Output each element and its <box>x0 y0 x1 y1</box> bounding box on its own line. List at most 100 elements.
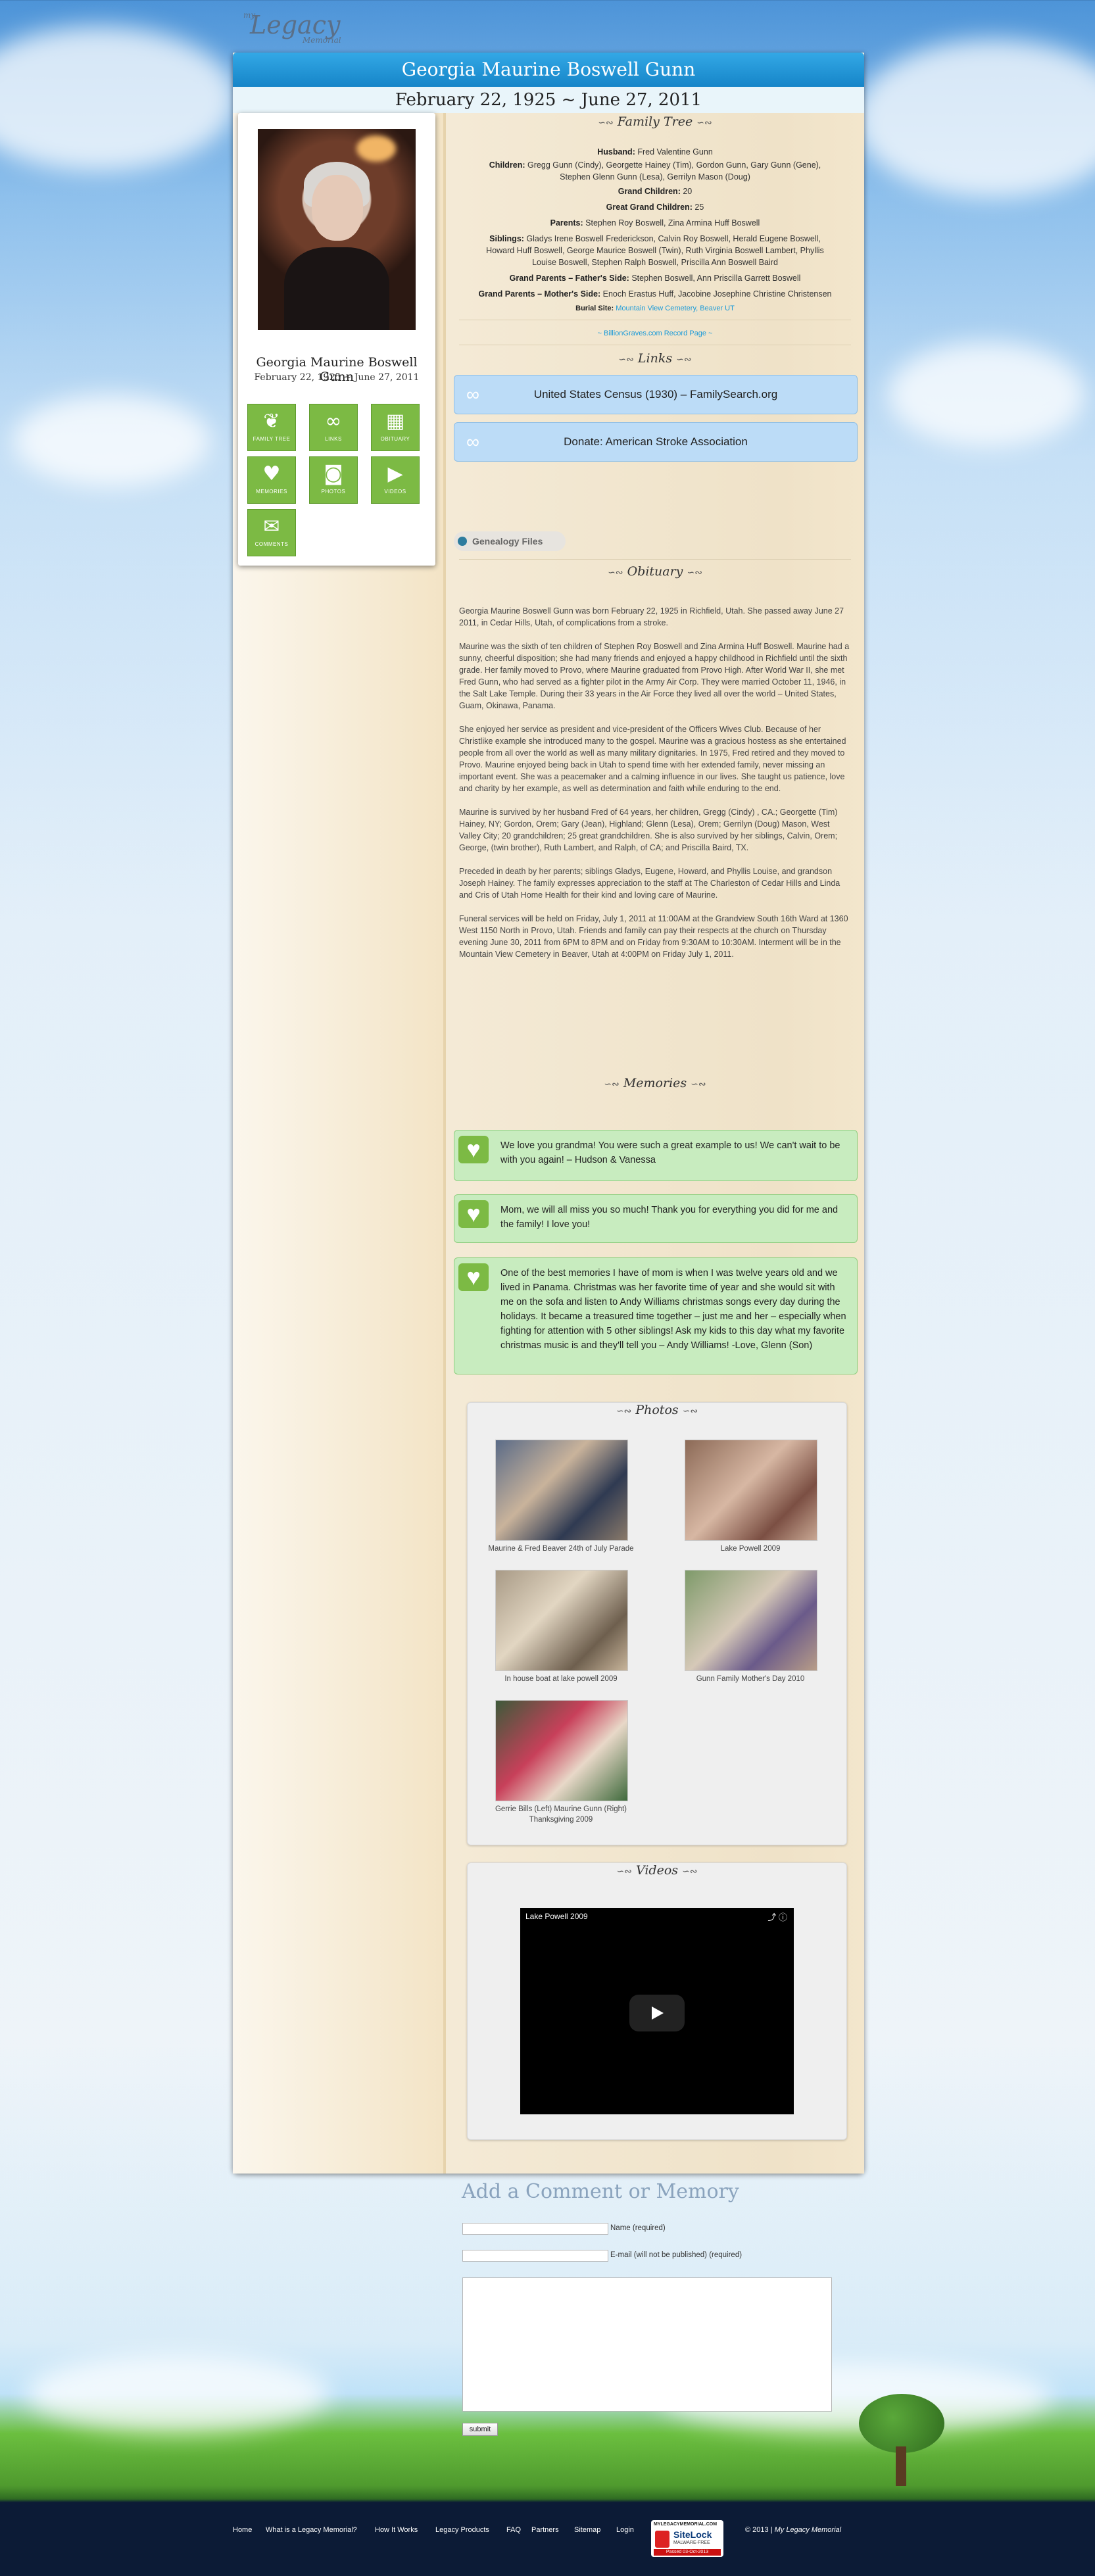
footer-link-sitemap[interactable]: Sitemap <box>574 2526 600 2534</box>
email-label: E-mail (will not be published) (required… <box>610 2251 742 2259</box>
sitelock-badge[interactable]: MYLEGACYMEMORIAL.COM SiteLock MALWARE-FR… <box>651 2520 723 2557</box>
site-logo[interactable]: my Legacy Memorial <box>237 4 355 50</box>
heart-icon: ♥ <box>262 462 281 485</box>
button-label: FAMILY TREE <box>253 436 291 442</box>
comment-icon: ✉ <box>263 515 280 538</box>
sitelock-passed: Passed 03-Oct-2013 <box>654 2549 721 2556</box>
comment-textarea[interactable] <box>462 2277 832 2412</box>
photo-thumbnail[interactable] <box>685 1440 817 1541</box>
grandparents-father-line: Grand Parents – Father's Side: Stephen B… <box>509 274 801 283</box>
footer-link-faq[interactable]: FAQ <box>506 2526 521 2534</box>
memory-card: ♥ Mom, we will all miss you so much! Tha… <box>454 1194 858 1243</box>
video-player[interactable]: Lake Powell 2009 ⤴ ⓘ <box>520 1908 794 2114</box>
footer-link-what-is[interactable]: What is a Legacy Memorial? <box>266 2526 357 2534</box>
memories-heading: ∽∾ Memories ∽∾ <box>604 1076 706 1090</box>
button-label: OBITUARY <box>380 436 410 442</box>
sitelock-site: MYLEGACYMEMORIAL.COM <box>654 2522 718 2527</box>
button-label: VIDEOS <box>384 489 406 495</box>
genealogy-files-button[interactable]: Genealogy Files <box>454 531 566 551</box>
husband-line: Husband: Fred Valentine Gunn <box>597 147 713 157</box>
obituary-paragraph: Funeral services will be held on Friday,… <box>459 914 848 959</box>
obituary-button[interactable]: ▦ OBITUARY <box>371 404 420 451</box>
photo-caption: Gunn Family Mother's Day 2010 <box>696 1675 805 1683</box>
name-input[interactable] <box>462 2223 608 2235</box>
cloud <box>855 39 1095 197</box>
sitelock-brand: SiteLock <box>673 2529 712 2540</box>
cloud <box>0 26 237 171</box>
footer-link-how-it-works[interactable]: How It Works <box>375 2526 418 2534</box>
logo-sub-text: Memorial <box>303 36 341 45</box>
photo-thumbnail[interactable] <box>495 1440 628 1541</box>
siblings-line-3: Louise Boswell, Stephen Ralph Boswell, P… <box>532 258 778 267</box>
children-line: Children: Gregg Gunn (Cindy), Georgette … <box>489 160 821 170</box>
obituary-icon: ▦ <box>385 410 405 433</box>
video-camera-icon: ▶ <box>387 462 403 485</box>
donate-link[interactable]: ∞ Donate: American Stroke Association <box>454 422 858 462</box>
photos-button[interactable]: ◙ PHOTOS <box>309 456 358 504</box>
content-column: ∽∾ Family Tree ∽∾ Husband: Fred Valentin… <box>446 113 864 2174</box>
videos-heading: ∽∾ Videos ∽∾ <box>616 1863 698 1878</box>
burial-site-link[interactable]: Mountain View Cemetery, Beaver UT <box>616 304 735 312</box>
submit-button[interactable]: submit <box>462 2423 498 2436</box>
parents-line: Parents: Stephen Roy Boswell, Zina Armin… <box>550 218 760 228</box>
videos-button[interactable]: ▶ VIDEOS <box>371 456 420 504</box>
page-title: Georgia Maurine Boswell Gunn <box>401 59 696 80</box>
sitelock-sub: MALWARE-FREE <box>673 2540 710 2545</box>
globe-icon <box>458 537 467 546</box>
links-heading: ∽∾ Links ∽∾ <box>618 351 692 366</box>
footer-link-partners[interactable]: Partners <box>531 2526 559 2534</box>
obituary-paragraph: Maurine was the sixth of ten children of… <box>459 642 850 710</box>
memory-card: ♥ One of the best memories I have of mom… <box>454 1257 858 1374</box>
play-button[interactable] <box>629 1995 685 2031</box>
cloud <box>26 2354 329 2433</box>
heart-icon: ♥ <box>458 1136 489 1163</box>
copyright-name: My Legacy Memorial <box>774 2526 842 2534</box>
record-page-line: ~ BillionGraves.com Record Page ~ <box>446 328 864 339</box>
button-label: LINKS <box>325 436 342 442</box>
footer-link-products[interactable]: Legacy Products <box>435 2526 489 2534</box>
footer-link-home[interactable]: Home <box>233 2526 252 2534</box>
grandchildren-line: Grand Children: 20 <box>618 187 693 196</box>
siblings-line-2: Howard Huff Boswell, George Maurice Bosw… <box>486 246 824 255</box>
memory-card: ♥ We love you grandma! You were such a g… <box>454 1130 858 1181</box>
link-label: Donate: American Stroke Association <box>564 435 748 448</box>
email-input[interactable] <box>462 2250 608 2262</box>
photo-thumbnail[interactable] <box>685 1570 817 1671</box>
photos-heading: ∽∾ Photos ∽∾ <box>616 1403 698 1417</box>
profile-photo <box>258 129 416 330</box>
divider <box>459 559 851 560</box>
footer-link-login[interactable]: Login <box>616 2526 634 2534</box>
photo-thumbnail[interactable] <box>495 1570 628 1671</box>
share-icon[interactable]: ⤴ ⓘ <box>767 1910 787 1923</box>
grandparents-mother-line: Grand Parents – Mother's Side: Enoch Era… <box>478 289 832 299</box>
photo-caption: Maurine & Fred Beaver 24th of July Parad… <box>488 1545 634 1553</box>
census-link[interactable]: ∞ United States Census (1930) – FamilySe… <box>454 375 858 414</box>
great-grandchildren-line: Great Grand Children: 25 <box>606 203 704 212</box>
comments-button[interactable]: ✉ COMMENTS <box>247 509 296 556</box>
family-tree-heading: ∽∾ Family Tree ∽∾ <box>598 114 712 129</box>
comment-form-title: Add a Comment or Memory <box>462 2180 739 2203</box>
children-line-2: Stephen Glenn Gunn (Lesa), Gerrilyn Maso… <box>560 172 750 182</box>
links-button[interactable]: ∞ LINKS <box>309 404 358 451</box>
link-icon: ∞ <box>325 410 342 433</box>
photo-caption: In house boat at lake powell 2009 <box>504 1675 618 1683</box>
obituary-paragraph: She enjoyed her service as president and… <box>459 725 846 793</box>
copyright: © 2013 | My Legacy Memorial <box>745 2526 842 2534</box>
heart-icon: ♥ <box>458 1200 489 1228</box>
memory-text: We love you grandma! You were such a gre… <box>500 1140 840 1165</box>
heart-icon: ♥ <box>458 1263 489 1291</box>
memorial-frame: Georgia Maurine Boswell Gunn February 22… <box>233 53 864 2174</box>
profile-dates: February 22, 1925 ~ June 27, 2011 <box>254 372 420 383</box>
genealogy-files-label: Genealogy Files <box>472 536 543 547</box>
burial-line: Burial Site: Mountain View Cemetery, Bea… <box>575 304 735 312</box>
cloud <box>13 395 210 487</box>
photos-panel: ∽∾ Photos ∽∾ Maurine & Fred Beaver 24th … <box>467 1402 847 1845</box>
photo-caption: Gerrie Bills (Left) Maurine Gunn (Right)… <box>495 1805 627 1824</box>
photo-thumbnail[interactable] <box>495 1700 628 1801</box>
memories-button[interactable]: ♥ MEMORIES <box>247 456 296 504</box>
profile-card: Georgia Maurine Boswell Gunn February 22… <box>238 113 435 566</box>
family-tree-icon: ❦ <box>263 410 280 433</box>
record-page-link[interactable]: ~ BillionGraves.com Record Page ~ <box>598 329 713 337</box>
cloud <box>888 342 1085 447</box>
family-tree-button[interactable]: ❦ FAMILY TREE <box>247 404 296 451</box>
